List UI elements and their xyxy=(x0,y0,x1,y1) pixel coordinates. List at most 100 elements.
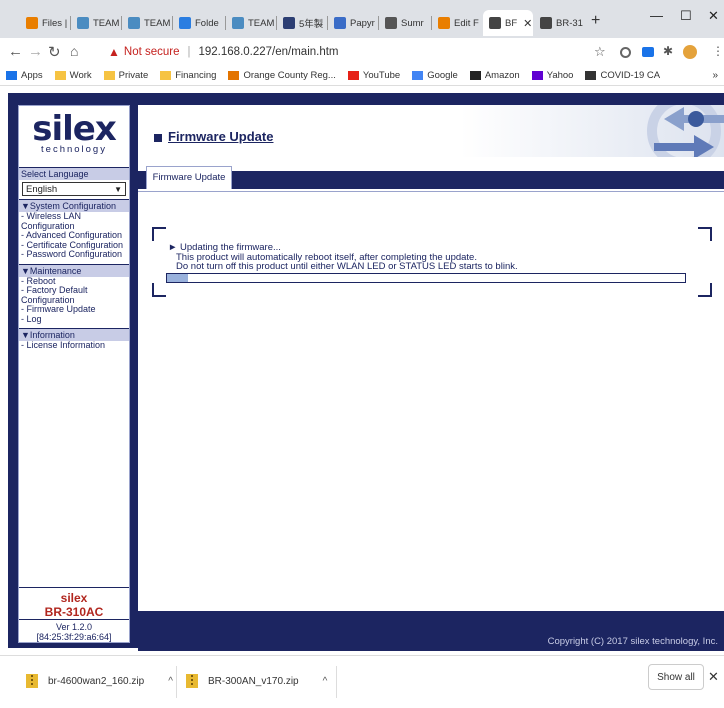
update-progress-bar xyxy=(166,273,686,283)
divider xyxy=(138,191,724,192)
team-icon xyxy=(77,17,89,29)
home-icon[interactable]: ⌂ xyxy=(70,43,78,59)
bookmark-label: Financing xyxy=(175,70,217,81)
title-bullet-icon xyxy=(154,133,162,142)
papyrus-icon xyxy=(334,17,346,29)
url-text[interactable]: 192.168.0.227/en/main.htm xyxy=(199,46,339,58)
page-title: Firmware Update xyxy=(154,129,273,144)
status-message: ► Updating the firmware... This product … xyxy=(168,243,518,272)
bookmark-label: Private xyxy=(118,70,149,81)
bookmark-item[interactable]: Work xyxy=(54,70,92,81)
tab-firmware-update[interactable]: Firmware Update xyxy=(146,166,232,189)
sidebar-menu-item[interactable]: - Wireless LAN Configuration xyxy=(19,211,129,231)
browser-tab[interactable]: BF ✕ xyxy=(483,10,533,36)
extension-circle-icon[interactable] xyxy=(620,47,631,58)
browser-tab[interactable]: TEAM xyxy=(122,10,172,36)
close-window-button[interactable]: ✕ xyxy=(708,8,719,24)
menu-section-header[interactable]: ▼Maintenance xyxy=(19,263,129,277)
bookmark-item[interactable]: YouTube xyxy=(347,70,400,81)
browser-tab[interactable]: Papyr xyxy=(328,10,378,36)
star-icon[interactable]: ☆ xyxy=(594,44,606,60)
bookmark-label: Google xyxy=(427,70,458,81)
browser-tab[interactable]: 5年製 xyxy=(277,10,327,36)
sidebar-menu-item[interactable]: - Password Configuration xyxy=(19,249,129,260)
wiki-icon xyxy=(438,17,450,29)
tab-label: TEAM xyxy=(93,17,120,29)
show-all-button[interactable]: Show all xyxy=(648,664,704,690)
cloud-icon xyxy=(179,17,191,29)
zip-file-icon xyxy=(186,674,198,688)
bookmark-icon xyxy=(347,71,359,80)
browser-tab[interactable]: TEAM xyxy=(71,10,121,36)
browser-tab[interactable]: Files | xyxy=(20,10,70,36)
bookmark-icon xyxy=(412,71,424,80)
security-status[interactable]: Not secure xyxy=(124,46,180,58)
bookmark-label: Apps xyxy=(21,70,43,81)
maximize-button[interactable]: ☐ xyxy=(680,8,692,24)
download-item[interactable]: br-4600wan2_160.zip ^ xyxy=(26,674,173,688)
tab-strip: Files | TEAM TEAM Folde TEAM 5年製 Papyr Sumr Edit… xyxy=(0,0,724,38)
sidebar-menu-item[interactable]: - Factory Default Configuration xyxy=(19,285,129,305)
bookmark-item[interactable]: Yahoo xyxy=(531,70,574,81)
language-select[interactable]: English ▼ xyxy=(22,182,126,196)
new-tab-button[interactable]: + xyxy=(591,12,600,30)
device-info: silex BR-310AC Ver 1.2.0 [84:25:3f:29:a6… xyxy=(19,587,129,642)
warning-icon[interactable]: ▲ xyxy=(108,45,120,59)
language-value: English xyxy=(26,183,58,195)
bookmark-icon xyxy=(54,71,66,80)
tab-label: BF xyxy=(505,17,518,29)
download-divider xyxy=(176,666,177,698)
status-message-box: ► Updating the firmware... This product … xyxy=(152,227,712,297)
bookmark-item[interactable]: COVID-19 CA xyxy=(585,70,660,81)
browser-tab[interactable]: Folde xyxy=(173,10,225,36)
back-icon[interactable]: ← xyxy=(8,43,23,60)
browser-tab[interactable]: BR-31 xyxy=(534,10,584,36)
sheet-icon xyxy=(283,17,295,29)
silex-logo: silex technology xyxy=(32,109,117,155)
forward-icon[interactable]: → xyxy=(28,43,43,60)
sidebar-menu-item[interactable]: - License Information xyxy=(19,340,129,351)
bookmark-item[interactable]: Orange County Reg... xyxy=(228,70,336,81)
footer-brand: silex xyxy=(60,591,88,605)
browser-tab[interactable]: Sumr xyxy=(379,10,431,36)
globe-icon xyxy=(540,17,552,29)
device-model: BR-310AC xyxy=(44,605,104,619)
browser-tab[interactable]: TEAM xyxy=(226,10,276,36)
puzzle-icon[interactable]: ✱ xyxy=(663,44,673,58)
download-filename: br-4600wan2_160.zip xyxy=(48,675,145,687)
web-page: silex technology Select Language English… xyxy=(8,93,724,651)
bookmark-item[interactable]: Private xyxy=(103,70,149,81)
globe-icon xyxy=(489,17,501,29)
bookmark-item[interactable]: Financing xyxy=(160,70,216,81)
zip-file-icon xyxy=(26,674,38,688)
browser-tab[interactable]: Edit F xyxy=(432,10,482,36)
reload-icon[interactable]: ↻ xyxy=(48,43,61,61)
status-line-2: Do not turn off this product until eithe… xyxy=(176,261,518,272)
tab-label: BR-31 xyxy=(556,17,583,29)
chevron-up-icon[interactable]: ^ xyxy=(168,676,173,687)
bookmarks-more-button[interactable]: » xyxy=(712,70,718,81)
tab-label: Folde xyxy=(195,17,219,29)
bookmark-item[interactable]: Amazon xyxy=(469,70,520,81)
close-download-bar-icon[interactable]: ✕ xyxy=(708,669,719,685)
bookmark-item[interactable]: Apps xyxy=(6,70,43,81)
sidebar-menu-item[interactable]: - Log xyxy=(19,314,129,325)
bookmark-icon xyxy=(585,71,597,80)
extension-blue-icon[interactable] xyxy=(642,47,654,57)
progress-fill xyxy=(167,274,188,282)
profile-avatar[interactable] xyxy=(683,45,697,59)
mac-address: [84:25:3f:29:a6:64] xyxy=(36,632,112,642)
browser-toolbar: ← → ↻ ⌂ ▲ Not secure | 192.168.0.227/en/… xyxy=(0,38,724,66)
address-bar[interactable]: ▲ Not secure | 192.168.0.227/en/main.htm xyxy=(108,41,618,63)
minimize-button[interactable]: — xyxy=(650,8,663,23)
menu-icon[interactable]: ⋮ xyxy=(712,44,724,58)
bookmark-label: COVID-19 CA xyxy=(600,70,661,81)
main-content: Firmware Update Firmware Update ► Updati… xyxy=(138,105,724,651)
copyright: Copyright (C) 2017 silex technology, Inc… xyxy=(547,636,718,647)
bookmark-label: Yahoo xyxy=(546,70,574,81)
download-item[interactable]: BR-300AN_v170.zip ^ xyxy=(186,674,327,688)
chevron-up-icon[interactable]: ^ xyxy=(323,676,328,687)
close-tab-icon[interactable]: ✕ xyxy=(523,17,532,30)
bookmark-item[interactable]: Google xyxy=(412,70,458,81)
bookmark-icon xyxy=(531,71,543,80)
